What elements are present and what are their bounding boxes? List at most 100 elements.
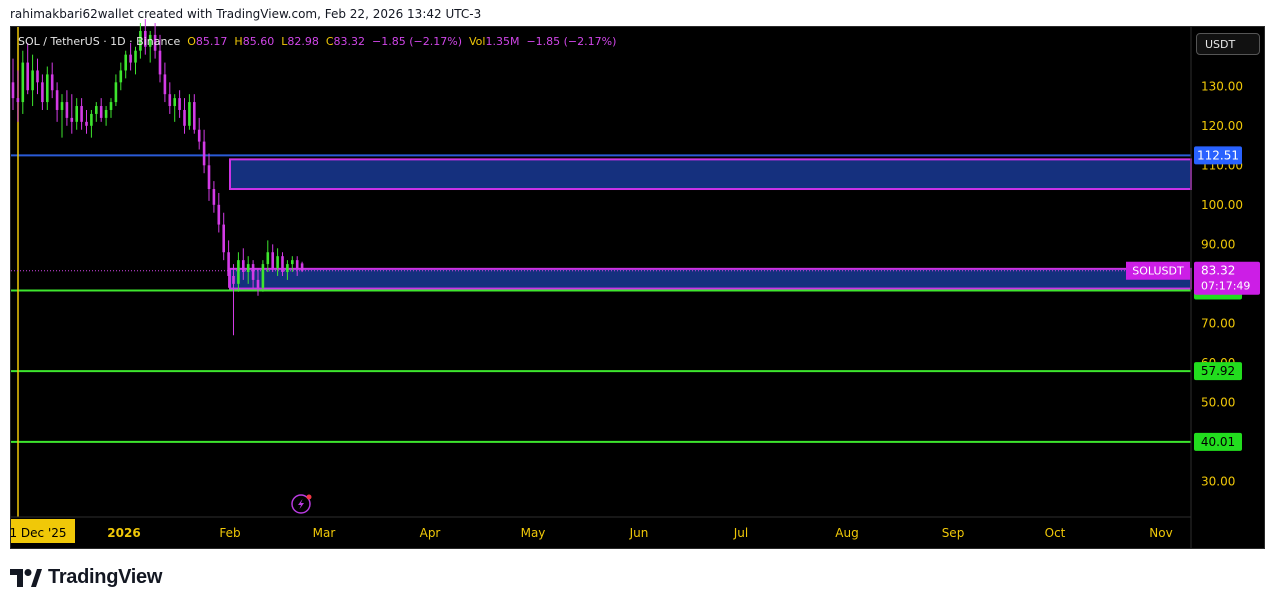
candle-body	[55, 90, 59, 110]
candle-body	[158, 50, 162, 75]
candle	[266, 240, 270, 272]
time-tick-label: Jun	[629, 526, 649, 540]
candle	[46, 66, 49, 110]
candle	[104, 106, 108, 126]
candle-body	[178, 98, 181, 110]
legend-low-value: 82.98	[287, 35, 319, 48]
zones-layer	[229, 158, 1192, 290]
time-tick-label: May	[521, 526, 546, 540]
candle	[114, 74, 118, 107]
candle	[11, 58, 15, 110]
candle-body	[256, 279, 260, 288]
candle	[168, 82, 172, 114]
candle-body	[11, 82, 15, 99]
candle-body	[183, 109, 186, 126]
candle-body	[95, 106, 98, 114]
event-lightning-icon	[291, 494, 312, 514]
candle-body	[16, 98, 20, 103]
candle-body	[124, 54, 127, 71]
time-tick-label: 1 Dec '25	[9, 526, 66, 540]
candle	[90, 109, 93, 138]
candle	[50, 62, 54, 99]
time-tick-label: Nov	[1149, 526, 1172, 540]
candle-body	[163, 74, 167, 95]
currency-unit-button[interactable]: USDT	[1196, 33, 1260, 55]
time-tick-label: 2026	[107, 526, 140, 540]
price-badge-label: 40.01	[1201, 435, 1235, 449]
horizontal-lines-layer	[11, 154, 1191, 443]
candle-body	[193, 102, 196, 130]
candle-body	[251, 264, 255, 280]
candle-body	[109, 102, 113, 110]
legend-high-value: 85.60	[242, 35, 275, 48]
candle-body	[129, 54, 132, 63]
candle	[80, 98, 83, 130]
candle	[26, 42, 29, 95]
time-tick-label: Apr	[420, 526, 441, 540]
brand-name: TradingView	[48, 566, 163, 588]
price-chart[interactable]: 130.00120.00110.00100.0090.0080.0070.006…	[0, 0, 1275, 609]
price-tick-label: 90.00	[1201, 237, 1235, 251]
candle	[271, 244, 274, 272]
time-tick-label: Mar	[313, 526, 336, 540]
price-badge-label: 57.92	[1201, 364, 1235, 378]
candle-body	[276, 256, 279, 269]
candle-body	[26, 62, 29, 91]
candle	[55, 82, 59, 122]
legend-open-value: 85.17	[195, 35, 228, 48]
price-tick-label: 100.00	[1201, 198, 1243, 212]
candle-body	[104, 109, 108, 118]
time-tick-label: Jul	[733, 526, 748, 540]
tradingview-brand[interactable]: TradingView	[10, 566, 162, 589]
price-tick-label: 130.00	[1201, 79, 1243, 93]
candle-body	[300, 263, 304, 271]
candle-body	[246, 264, 250, 272]
candle-body	[197, 129, 201, 142]
candle	[119, 62, 123, 91]
symbol-badge-label: SOLUSDT	[1132, 265, 1184, 278]
candle	[70, 94, 74, 134]
candle	[41, 74, 44, 110]
candle-body	[119, 70, 123, 83]
candle-body	[188, 102, 191, 126]
countdown-label: 07:17:49	[1201, 280, 1250, 293]
candle-body	[50, 74, 54, 91]
candle	[85, 109, 88, 134]
candle-body	[114, 82, 118, 103]
candle-body	[261, 264, 265, 288]
candle	[21, 50, 25, 114]
candle-body	[41, 82, 44, 103]
legend-close-value: 83.32	[333, 35, 366, 48]
candle-body	[85, 121, 88, 126]
candle	[36, 58, 39, 95]
candle	[60, 94, 64, 138]
time-tick-label: Sep	[942, 526, 965, 540]
legend-vol-value: 1.35M	[485, 35, 520, 48]
candle	[217, 192, 221, 233]
candle-body	[217, 204, 221, 225]
candle-body	[202, 141, 206, 166]
legend-change: −1.85 (−2.17%)	[372, 35, 462, 48]
candle-body	[60, 102, 64, 110]
candle	[222, 212, 225, 261]
candle	[212, 181, 216, 213]
candle	[202, 129, 206, 174]
candle-body	[295, 260, 299, 269]
legend-symbol: SOL / TetherUS · 1D · Binance	[18, 35, 181, 48]
candle-body	[291, 260, 294, 265]
candle	[31, 54, 34, 107]
candle	[207, 153, 211, 201]
zone-0	[229, 158, 1192, 191]
candle-body	[80, 106, 83, 122]
ohlc-legend: SOL / TetherUS · 1D · Binance O85.17 H85…	[18, 35, 616, 48]
price-tick-label: 70.00	[1201, 316, 1235, 330]
time-tick-label: Oct	[1045, 526, 1066, 540]
candle	[16, 70, 20, 122]
price-tick-label: 120.00	[1201, 119, 1243, 133]
legend-vol-change: −1.85 (−2.17%)	[526, 35, 617, 48]
candle-body	[31, 70, 34, 91]
candle	[188, 94, 191, 130]
time-tick-label: Aug	[835, 526, 858, 540]
candle-body	[36, 70, 39, 83]
candle-body	[212, 189, 216, 205]
